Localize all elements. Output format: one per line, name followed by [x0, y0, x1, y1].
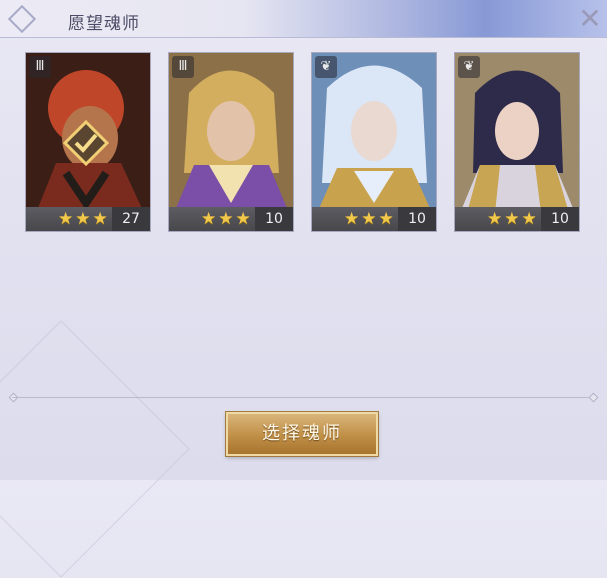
- hero-card-4[interactable]: ❦ ★★★ 10: [454, 52, 580, 232]
- tower-icon: Ⅲ: [29, 56, 51, 78]
- title-bar: 愿望魂师 ✕: [0, 0, 607, 38]
- level-badge: 10: [398, 207, 436, 231]
- tower-icon: Ⅲ: [172, 56, 194, 78]
- close-button[interactable]: ✕: [575, 4, 605, 34]
- title-diamond-icon: [7, 4, 37, 34]
- selected-check-icon: [63, 120, 109, 166]
- card-footer: ★★★ 10: [455, 207, 579, 231]
- card-footer: ★★★ 10: [169, 207, 293, 231]
- page-title: 愿望魂师: [68, 14, 140, 34]
- star-rating: ★★★: [487, 209, 539, 229]
- card-footer: ★★★ 27: [26, 207, 150, 231]
- wing-icon: ❦: [458, 56, 480, 78]
- level-badge: 27: [112, 207, 150, 231]
- hero-card-3[interactable]: ❦ ★★★ 10: [311, 52, 437, 232]
- level-badge: 10: [541, 207, 579, 231]
- star-rating: ★★★: [344, 209, 396, 229]
- hero-card-2[interactable]: Ⅲ ★★★ 10: [168, 52, 294, 232]
- wing-icon: ❦: [315, 56, 337, 78]
- divider-line: [12, 397, 594, 398]
- star-rating: ★★★: [201, 209, 253, 229]
- star-rating: ★★★: [58, 209, 110, 229]
- select-hero-button[interactable]: 选择魂师: [226, 412, 378, 456]
- background-decoration: [0, 320, 190, 578]
- card-footer: ★★★ 10: [312, 207, 436, 231]
- level-badge: 10: [255, 207, 293, 231]
- divider-dot-right: [588, 392, 599, 403]
- hero-card-1[interactable]: Ⅲ ★★★ 27: [25, 52, 151, 232]
